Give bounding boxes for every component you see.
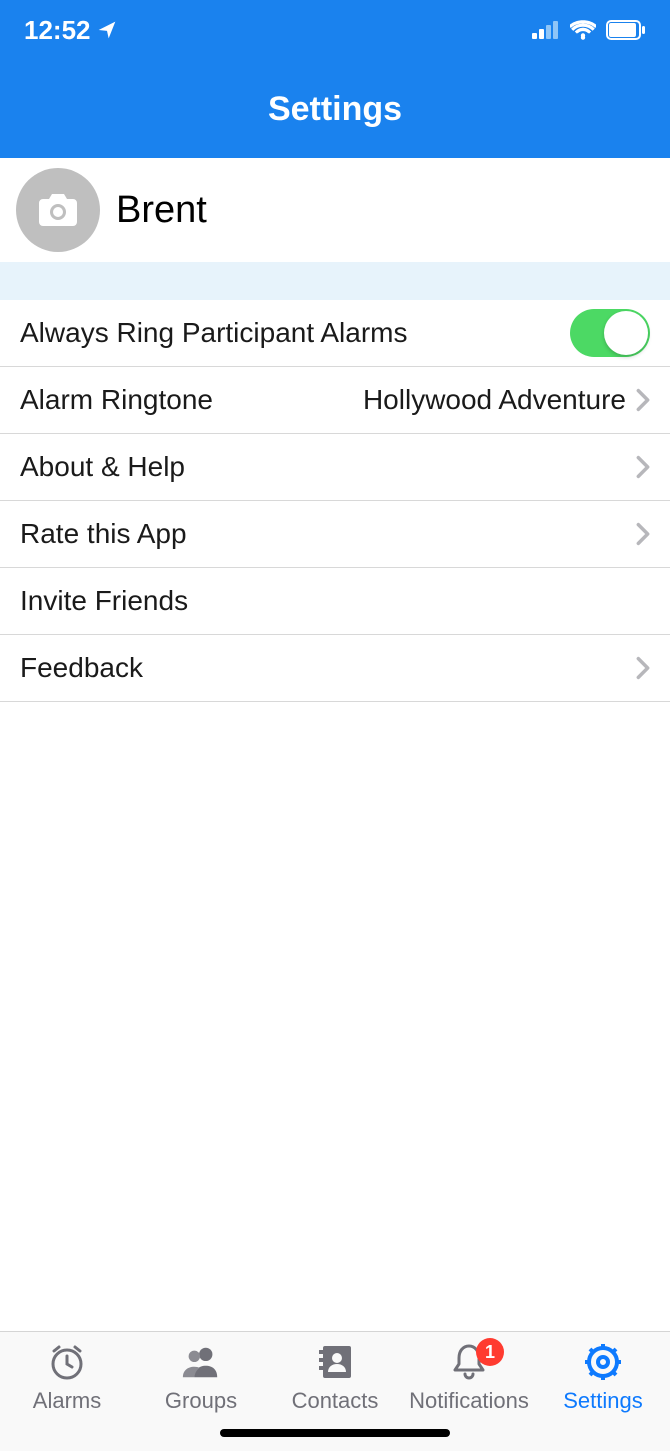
username: Brent (116, 189, 207, 232)
toggle-knob (604, 311, 648, 355)
row-label: Rate this App (20, 518, 187, 550)
gear-icon (583, 1342, 623, 1382)
nav-header: Settings (0, 60, 670, 158)
location-icon (97, 20, 117, 40)
section-spacer (0, 262, 670, 300)
cellular-icon (532, 21, 560, 39)
alarm-icon (47, 1342, 87, 1382)
row-about-help[interactable]: About & Help (0, 434, 670, 501)
tab-alarms[interactable]: Alarms (0, 1342, 134, 1451)
row-label: Always Ring Participant Alarms (20, 317, 407, 349)
chevron-right-icon (636, 656, 650, 680)
row-invite-friends[interactable]: Invite Friends (0, 568, 670, 635)
profile-row[interactable]: Brent (0, 158, 670, 262)
row-label: Feedback (20, 652, 143, 684)
tab-label: Settings (563, 1388, 643, 1414)
tab-label: Groups (165, 1388, 237, 1414)
home-indicator[interactable] (220, 1429, 450, 1437)
row-label: About & Help (20, 451, 185, 483)
row-alarm-ringtone[interactable]: Alarm Ringtone Hollywood Adventure (0, 367, 670, 434)
status-time: 12:52 (24, 15, 91, 46)
row-feedback[interactable]: Feedback (0, 635, 670, 702)
contacts-icon (315, 1342, 355, 1382)
chevron-right-icon (636, 455, 650, 479)
row-label: Invite Friends (20, 585, 188, 617)
notification-badge: 1 (476, 1338, 504, 1366)
row-always-ring[interactable]: Always Ring Participant Alarms (0, 300, 670, 367)
content-filler (0, 702, 670, 1331)
row-rate-app[interactable]: Rate this App (0, 501, 670, 568)
row-label: Alarm Ringtone (20, 384, 213, 416)
tab-label: Notifications (409, 1388, 529, 1414)
page-title: Settings (268, 90, 402, 129)
status-bar: 12:52 (0, 0, 670, 60)
ringtone-value: Hollywood Adventure (363, 384, 626, 416)
avatar[interactable] (16, 168, 100, 252)
wifi-icon (570, 20, 596, 40)
chevron-right-icon (636, 388, 650, 412)
tab-label: Contacts (292, 1388, 379, 1414)
always-ring-toggle[interactable] (570, 309, 650, 357)
tab-label: Alarms (33, 1388, 101, 1414)
tab-settings[interactable]: Settings (536, 1342, 670, 1451)
battery-icon (606, 20, 646, 40)
chevron-right-icon (636, 522, 650, 546)
camera-icon (38, 192, 78, 228)
group-icon (181, 1342, 221, 1382)
settings-list: Always Ring Participant Alarms Alarm Rin… (0, 300, 670, 702)
